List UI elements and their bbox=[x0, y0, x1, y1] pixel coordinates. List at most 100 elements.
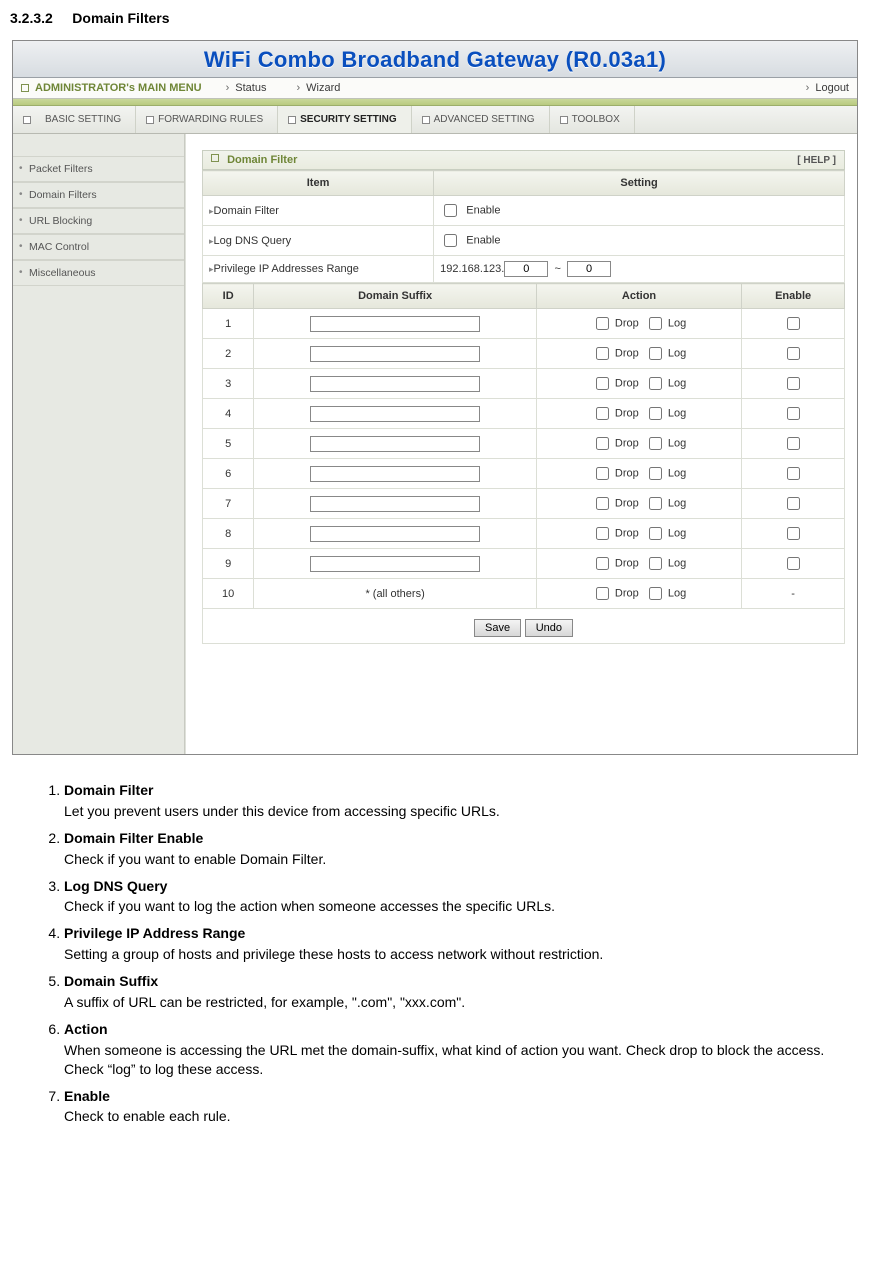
desc-def: Check if you want to enable Domain Filte… bbox=[64, 850, 857, 869]
save-button[interactable]: Save bbox=[474, 619, 521, 637]
rule-enable-checkbox[interactable] bbox=[787, 437, 800, 450]
rule-enable-checkbox[interactable] bbox=[787, 317, 800, 330]
sidebar-item-miscellaneous[interactable]: Miscellaneous bbox=[13, 260, 184, 286]
rule-enable-checkbox[interactable] bbox=[787, 497, 800, 510]
log-label: Log bbox=[668, 377, 686, 389]
log-checkbox[interactable] bbox=[649, 587, 662, 600]
rule-enable-cell bbox=[742, 309, 845, 339]
tab-toolbox[interactable]: TOOLBOX bbox=[550, 106, 635, 133]
panel-header: Domain Filter [ HELP ] bbox=[202, 150, 845, 170]
menu-wizard[interactable]: Wizard bbox=[306, 82, 340, 94]
log-checkbox[interactable] bbox=[649, 347, 662, 360]
log-label: Log bbox=[668, 467, 686, 479]
drop-label: Drop bbox=[615, 407, 639, 419]
rule-enable-checkbox[interactable] bbox=[787, 377, 800, 390]
domain-suffix-input[interactable] bbox=[310, 346, 480, 362]
tab-forwarding-rules[interactable]: FORWARDING RULES bbox=[136, 106, 278, 133]
drop-label: Drop bbox=[615, 497, 639, 509]
content-panel: Domain Filter [ HELP ] Item Setting Doma… bbox=[185, 134, 857, 754]
drop-checkbox[interactable] bbox=[596, 437, 609, 450]
tab-row: BASIC SETTINGFORWARDING RULESSECURITY SE… bbox=[13, 106, 857, 134]
admin-menu-label[interactable]: ADMINISTRATOR's MAIN MENU bbox=[35, 82, 202, 94]
help-link[interactable]: [ HELP ] bbox=[797, 155, 836, 166]
rule-enable-checkbox[interactable] bbox=[787, 347, 800, 360]
section-number: 3.2.3.2 bbox=[10, 10, 53, 26]
drop-checkbox[interactable] bbox=[596, 347, 609, 360]
rule-enable-checkbox[interactable] bbox=[787, 407, 800, 420]
router-title: WiFi Combo Broadband Gateway (R0.03a1) bbox=[204, 47, 666, 72]
rule-enable-cell bbox=[742, 399, 845, 429]
sidebar-item-mac-control[interactable]: MAC Control bbox=[13, 234, 184, 260]
log-checkbox[interactable] bbox=[649, 317, 662, 330]
rules-table: ID Domain Suffix Action Enable 1 Drop Lo… bbox=[202, 283, 845, 609]
drop-checkbox[interactable] bbox=[596, 587, 609, 600]
rule-id: 2 bbox=[203, 339, 254, 369]
sidebar-item-url-blocking[interactable]: URL Blocking bbox=[13, 208, 184, 234]
log-checkbox[interactable] bbox=[649, 497, 662, 510]
log-checkbox[interactable] bbox=[649, 407, 662, 420]
tab-basic-setting[interactable]: BASIC SETTING bbox=[13, 106, 136, 133]
tab-security-setting[interactable]: SECURITY SETTING bbox=[278, 106, 412, 133]
drop-checkbox[interactable] bbox=[596, 377, 609, 390]
undo-button[interactable]: Undo bbox=[525, 619, 573, 637]
menu-logout[interactable]: Logout bbox=[815, 82, 849, 94]
button-row: Save Undo bbox=[202, 609, 845, 644]
domain-suffix-input[interactable] bbox=[310, 436, 480, 452]
drop-checkbox[interactable] bbox=[596, 557, 609, 570]
log-checkbox[interactable] bbox=[649, 557, 662, 570]
drop-checkbox[interactable] bbox=[596, 527, 609, 540]
desc-def: Setting a group of hosts and privilege t… bbox=[64, 945, 857, 964]
sidebar-item-domain-filters[interactable]: Domain Filters bbox=[13, 182, 184, 208]
tab-advanced-setting[interactable]: ADVANCED SETTING bbox=[412, 106, 550, 133]
log-dns-checkbox[interactable] bbox=[444, 234, 457, 247]
rule-action-cell: Drop Log bbox=[536, 549, 741, 579]
log-checkbox[interactable] bbox=[649, 437, 662, 450]
rule-id: 1 bbox=[203, 309, 254, 339]
rule-id: 3 bbox=[203, 369, 254, 399]
log-checkbox[interactable] bbox=[649, 377, 662, 390]
section-title: Domain Filters bbox=[72, 10, 169, 26]
rule-enable-checkbox[interactable] bbox=[787, 557, 800, 570]
rule-id: 10 bbox=[203, 579, 254, 609]
rule-enable-cell bbox=[742, 489, 845, 519]
col-suffix: Domain Suffix bbox=[254, 284, 536, 309]
rule-id: 8 bbox=[203, 519, 254, 549]
rule-enable-checkbox[interactable] bbox=[787, 467, 800, 480]
rule-action-cell: Drop Log bbox=[536, 459, 741, 489]
panel-title: Domain Filter bbox=[227, 154, 297, 166]
domain-suffix-input[interactable] bbox=[310, 556, 480, 572]
domain-suffix-input[interactable] bbox=[310, 316, 480, 332]
drop-checkbox[interactable] bbox=[596, 407, 609, 420]
rule-action-cell: Drop Log bbox=[536, 399, 741, 429]
ip-to-input[interactable] bbox=[567, 261, 611, 277]
domain-suffix-input[interactable] bbox=[310, 406, 480, 422]
domain-suffix-input[interactable] bbox=[310, 376, 480, 392]
desc-item: Domain Filter EnableCheck if you want to… bbox=[64, 829, 857, 869]
col-enable: Enable bbox=[742, 284, 845, 309]
domain-suffix-input[interactable] bbox=[310, 496, 480, 512]
log-checkbox[interactable] bbox=[649, 467, 662, 480]
rule-id: 5 bbox=[203, 429, 254, 459]
menu-status[interactable]: Status bbox=[235, 82, 266, 94]
drop-checkbox[interactable] bbox=[596, 317, 609, 330]
rule-suffix-cell bbox=[254, 309, 536, 339]
drop-checkbox[interactable] bbox=[596, 497, 609, 510]
desc-item: Domain FilterLet you prevent users under… bbox=[64, 781, 857, 821]
desc-item: Log DNS QueryCheck if you want to log th… bbox=[64, 877, 857, 917]
sidebar-item-packet-filters[interactable]: Packet Filters bbox=[13, 156, 184, 182]
drop-checkbox[interactable] bbox=[596, 467, 609, 480]
log-checkbox[interactable] bbox=[649, 527, 662, 540]
chevron-right-icon: › bbox=[226, 82, 230, 94]
ip-from-input[interactable] bbox=[504, 261, 548, 277]
rule-action-cell: Drop Log bbox=[536, 339, 741, 369]
domain-suffix-input[interactable] bbox=[310, 526, 480, 542]
domain-suffix-input[interactable] bbox=[310, 466, 480, 482]
col-item: Item bbox=[203, 171, 434, 196]
rule-suffix-cell bbox=[254, 489, 536, 519]
desc-term: Privilege IP Address Range bbox=[64, 925, 245, 941]
domain-filter-checkbox[interactable] bbox=[444, 204, 457, 217]
drop-label: Drop bbox=[615, 467, 639, 479]
rule-enable-checkbox[interactable] bbox=[787, 527, 800, 540]
drop-label: Drop bbox=[615, 527, 639, 539]
desc-term: Log DNS Query bbox=[64, 878, 167, 894]
